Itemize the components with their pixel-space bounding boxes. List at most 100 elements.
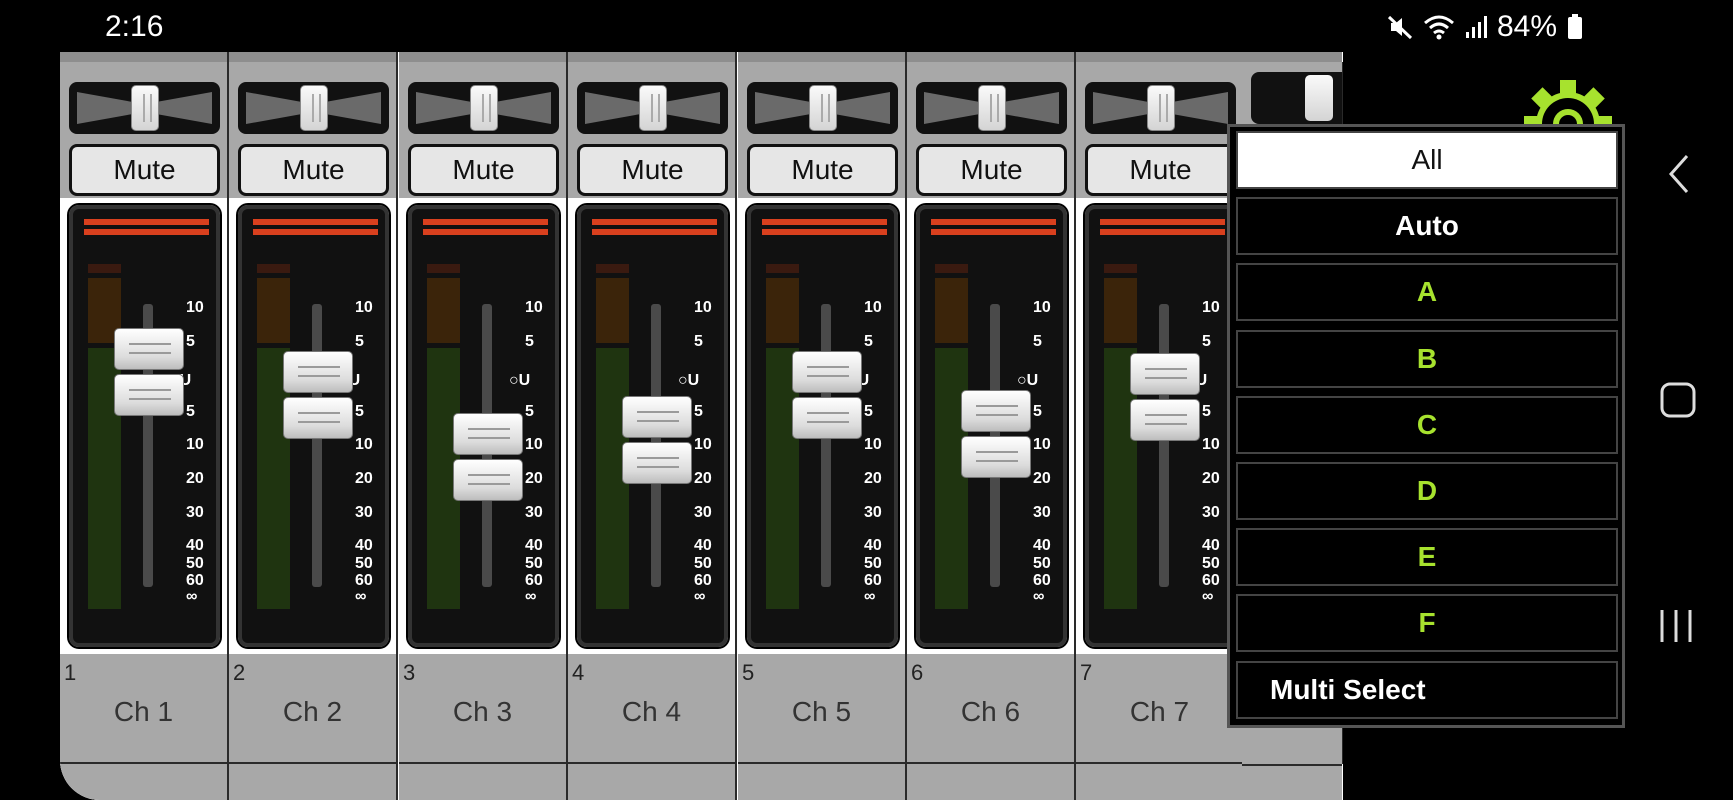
mute-button[interactable]: Mute — [1085, 144, 1236, 196]
pan-slider[interactable] — [238, 82, 389, 134]
pan-slider[interactable] — [577, 82, 728, 134]
mute-icon — [1387, 15, 1412, 40]
fader-scale-label: 10 — [694, 436, 712, 453]
fader-handle[interactable] — [453, 413, 523, 501]
menu-item-a[interactable]: A — [1236, 263, 1618, 322]
channel-label-area[interactable]: 6 Ch 6 — [907, 654, 1074, 764]
channel-label-area[interactable]: 2 Ch 2 — [229, 654, 396, 764]
fader-scale: 105○U5102030405060∞ — [339, 299, 391, 605]
channel-name: Ch 1 — [113, 696, 174, 727]
fader-scale-label: 5 — [1033, 403, 1042, 420]
menu-item-auto[interactable]: Auto — [1236, 197, 1618, 256]
mute-button[interactable]: Mute — [238, 144, 389, 196]
channel-name: Ch 7 — [1129, 696, 1190, 727]
fader-scale-label: 5 — [525, 333, 534, 350]
status-bar: 2:16 84% — [0, 0, 1733, 54]
fader-scale-label: 20 — [1202, 470, 1220, 487]
channel-footer — [229, 764, 396, 800]
pan-knob[interactable] — [809, 85, 837, 131]
pan-slider[interactable] — [916, 82, 1067, 134]
mute-button[interactable]: Mute — [916, 144, 1067, 196]
battery-icon — [1568, 14, 1582, 39]
channel-name: Ch 3 — [452, 696, 513, 727]
fader-scale-label: 10 — [525, 436, 543, 453]
fader-scale-label: 40 — [186, 537, 204, 554]
channel-label-area[interactable]: 4 Ch 4 — [568, 654, 735, 764]
fader-scale-label: 20 — [864, 470, 882, 487]
home-icon[interactable] — [1660, 382, 1696, 418]
back-icon[interactable] — [1665, 152, 1693, 196]
channel-label-area[interactable]: 7 Ch 7 — [1076, 654, 1243, 764]
mute-button[interactable]: Mute — [747, 144, 898, 196]
view-filter-menu: All Auto A B C D E F Multi Select — [1227, 124, 1625, 728]
fader-scale-label: 10 — [525, 299, 543, 316]
mixer-panel: Mute105○U5102030405060∞1Ch 1Mute105○U510… — [60, 52, 1343, 800]
menu-item-d[interactable]: D — [1236, 462, 1618, 520]
pan-knob[interactable] — [131, 85, 159, 131]
channel-strip: Mute105○U5102030405060∞5Ch 5 — [738, 52, 907, 800]
pan-slider[interactable] — [69, 82, 220, 134]
fader-handle[interactable] — [283, 351, 353, 439]
channel-strip: Mute 10 5 ○U 5 10 20 30 40 50 60 ∞ 6 Ch 6 — [907, 52, 1076, 800]
channel-label-area[interactable]: 1 Ch 1 — [60, 654, 227, 764]
pan-knob[interactable] — [978, 85, 1006, 131]
fader-scale-label: 50 — [355, 555, 373, 572]
mute-button[interactable]: Mute — [577, 144, 728, 196]
clip-indicator — [592, 219, 717, 225]
menu-item-all[interactable]: All — [1236, 131, 1618, 189]
channel-number: 5 — [742, 660, 755, 685]
fader-handle[interactable] — [961, 390, 1031, 478]
fader-handle[interactable] — [792, 351, 862, 439]
fader-handle[interactable] — [114, 328, 184, 416]
pan-knob[interactable] — [300, 85, 328, 131]
channel-number: 2 — [233, 660, 246, 685]
fader-scale-label: ○U — [678, 372, 700, 389]
pan-knob[interactable] — [639, 85, 667, 131]
channel-number: 4 — [572, 660, 585, 685]
pan-slider[interactable] — [1085, 82, 1236, 134]
pan-knob[interactable] — [470, 85, 498, 131]
channel-footer — [907, 764, 1074, 800]
fader-scale-label: 10 — [864, 299, 882, 316]
fader-handle[interactable] — [622, 396, 692, 484]
pan-slider[interactable] — [408, 82, 559, 134]
fader-track[interactable] — [1159, 304, 1169, 587]
fader-scale-label: ∞ — [1202, 588, 1214, 605]
fader-scale-label: 10 — [1033, 436, 1051, 453]
channel-label-area[interactable]: 5 Ch 5 — [738, 654, 905, 764]
fader-track[interactable] — [821, 304, 831, 587]
clip-indicator — [592, 229, 717, 235]
fader-scale-label: 30 — [525, 504, 543, 521]
fader-scale-label: 10 — [355, 299, 373, 316]
menu-item-f[interactable]: F — [1236, 594, 1618, 653]
channel-footer — [568, 764, 735, 800]
fader-scale-label: 10 — [186, 299, 204, 316]
fader-track[interactable] — [312, 304, 322, 587]
pan-slider[interactable] — [747, 82, 898, 134]
fader-scale-label: 50 — [1033, 555, 1051, 572]
menu-item-b[interactable]: B — [1236, 329, 1618, 388]
battery-percent: 84% — [1496, 10, 1557, 43]
fader-scale-label: 30 — [1202, 504, 1220, 521]
fader-scale-label: 10 — [355, 436, 373, 453]
mute-button[interactable]: Mute — [408, 144, 559, 196]
fader-scale-label: 30 — [355, 504, 373, 521]
fader-handle[interactable] — [1130, 353, 1200, 441]
channel-strip: Mute105○U5102030405060∞7Ch 7 — [1076, 52, 1245, 800]
fader-scale-label: 40 — [525, 537, 543, 554]
mute-button[interactable]: Mute — [69, 144, 220, 196]
fader-scale-label: 5 — [355, 333, 364, 350]
channel-number: 7 — [1080, 660, 1093, 685]
pan-knob[interactable] — [1147, 85, 1175, 131]
channel-label-area[interactable]: 3 Ch 3 — [399, 654, 566, 764]
clip-indicator — [931, 219, 1056, 225]
signal-icon — [1465, 16, 1487, 38]
fader-scale-label: ∞ — [1033, 588, 1045, 605]
fader-scale-label: 30 — [186, 504, 204, 521]
fader-scale-label: 10 — [1033, 299, 1051, 316]
fader-scale-label: 5 — [525, 403, 534, 420]
menu-item-c[interactable]: C — [1236, 395, 1618, 454]
recents-icon[interactable] — [1658, 606, 1694, 646]
menu-item-e[interactable]: E — [1236, 528, 1618, 587]
menu-item-multi-select[interactable]: Multi Select — [1236, 660, 1618, 719]
